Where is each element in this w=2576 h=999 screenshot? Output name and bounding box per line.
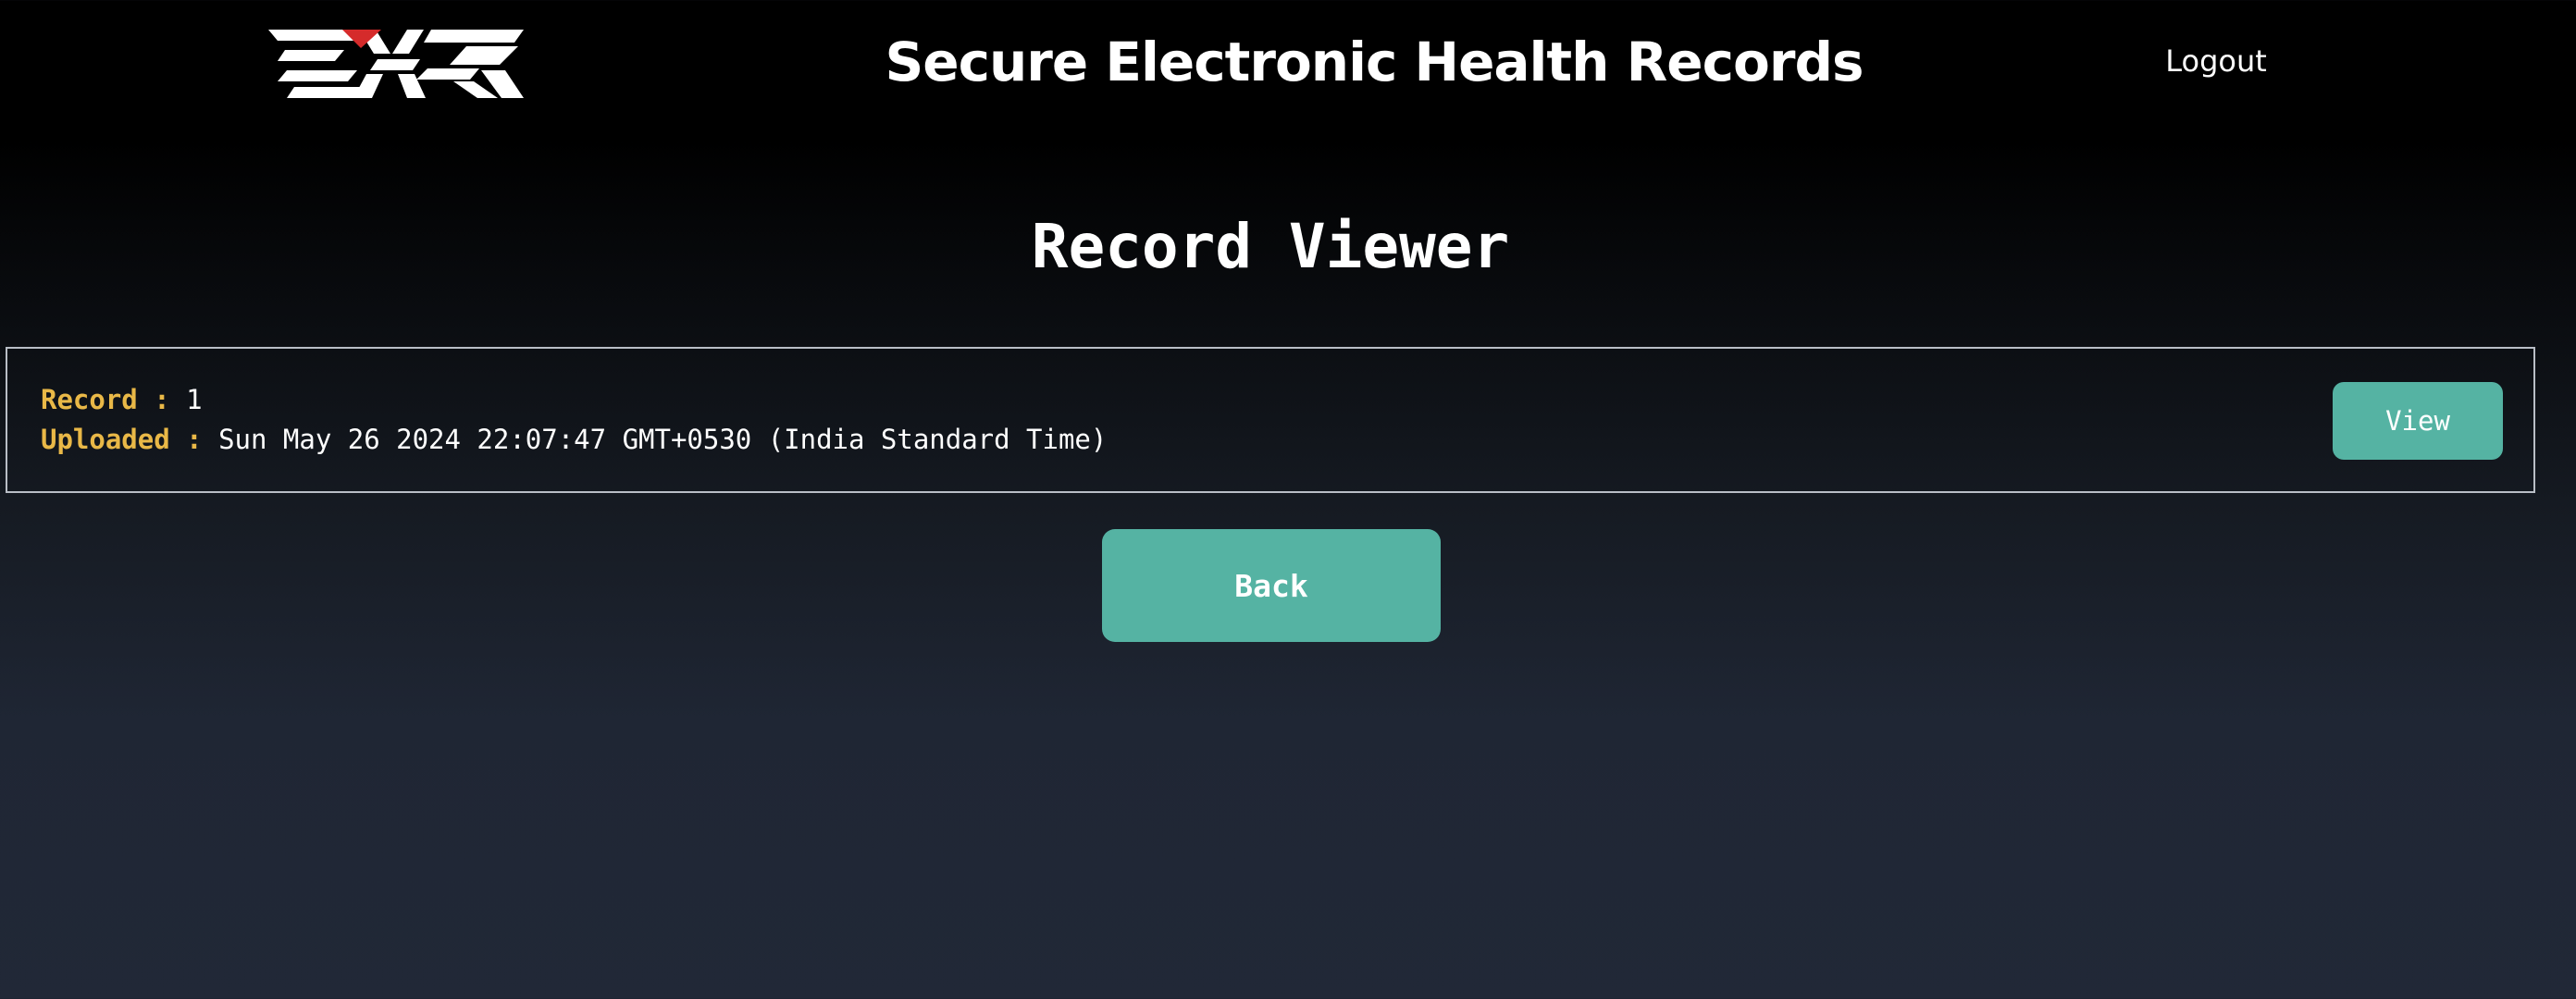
back-button[interactable]: Back <box>1102 529 1441 642</box>
uploaded-label: Uploaded : <box>41 424 203 455</box>
record-number-line: Record : 1 <box>41 384 203 415</box>
record-card: Record : 1 Uploaded : Sun May 26 2024 22… <box>6 347 2535 493</box>
view-record-button[interactable]: View <box>2333 382 2503 460</box>
page-title: Record Viewer <box>1031 211 1510 282</box>
uploaded-timestamp: Sun May 26 2024 22:07:47 GMT+0530 (India… <box>218 424 1108 455</box>
uploaded-line: Uploaded : Sun May 26 2024 22:07:47 GMT+… <box>41 424 1107 455</box>
logout-link[interactable]: Logout <box>2128 43 2304 79</box>
record-label: Record : <box>41 384 170 415</box>
header: Secure Electronic Health Records Logout <box>0 0 2576 130</box>
record-number: 1 <box>186 384 203 415</box>
